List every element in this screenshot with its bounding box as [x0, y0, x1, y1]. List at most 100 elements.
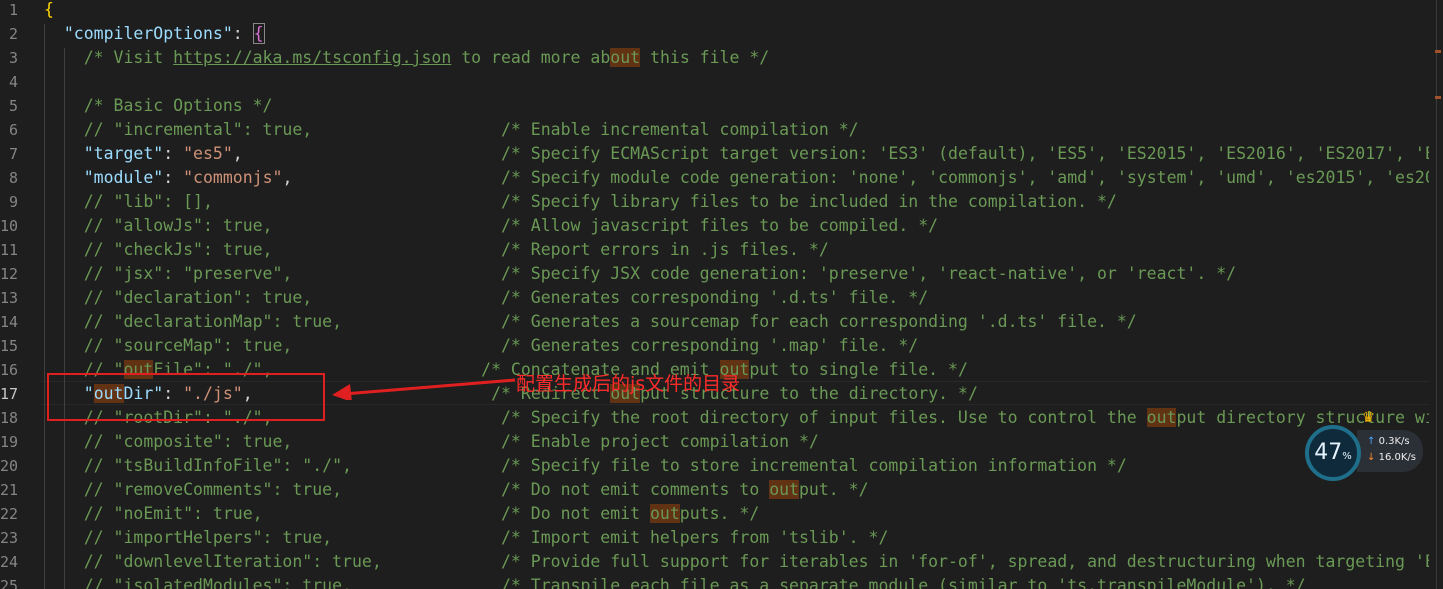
- line-code: // "lib": [], /* Specify library files t…: [44, 190, 1117, 214]
- line-number: 21: [0, 481, 19, 499]
- code-token: :: [232, 24, 253, 43]
- code-token: out: [649, 504, 680, 523]
- line-number: 17: [0, 385, 19, 403]
- code-line[interactable]: 1{: [0, 0, 1443, 22]
- code-token: put. */: [799, 480, 869, 499]
- code-editor[interactable]: 1{2 "compilerOptions": {3 /* Visit https…: [0, 0, 1443, 589]
- code-line[interactable]: 13 // "declaration": true, /* Generates …: [0, 286, 1443, 310]
- line-code: // "sourceMap": true, /* Generates corre…: [44, 334, 918, 358]
- line-number: 23: [0, 529, 19, 547]
- line-code: "compilerOptions": {: [44, 22, 265, 46]
- code-token: out: [769, 480, 799, 499]
- line-code: // "tsBuildInfoFile": "./", /* Specify f…: [44, 454, 1127, 478]
- code-token: "commonjs": [183, 168, 283, 187]
- annotation-arrow: [332, 378, 516, 400]
- code-line[interactable]: 3 /* Visit https://aka.ms/tsconfig.json …: [0, 46, 1443, 70]
- code-line[interactable]: 14 // "declarationMap": true, /* Generat…: [0, 310, 1443, 334]
- line-number: 10: [0, 217, 19, 235]
- code-line[interactable]: 19 // "composite": true, /* Enable proje…: [0, 430, 1443, 454]
- code-line[interactable]: 12 // "jsx": "preserve", /* Specify JSX …: [0, 262, 1443, 286]
- code-token: out: [1146, 408, 1177, 427]
- network-speed-widget[interactable]: ♛ ↑ 0.3K/s ↓ 16.0K/s 47%: [1305, 406, 1425, 482]
- download-speed: ↓ 16.0K/s: [1367, 452, 1416, 463]
- code-token: // "declaration": true, /* Generates cor…: [83, 288, 929, 307]
- code-token: :: [163, 144, 184, 163]
- code-line[interactable]: 22 // "noEmit": true, /* Do not emit out…: [0, 502, 1443, 526]
- line-number: 9: [8, 193, 18, 211]
- line-number: 16: [0, 361, 19, 379]
- code-token: out: [610, 48, 641, 67]
- code-token: "compilerOptions": [63, 24, 233, 43]
- code-line[interactable]: 11 // "checkJs": true, /* Report errors …: [0, 238, 1443, 262]
- line-number: 8: [8, 169, 18, 187]
- code-line[interactable]: 5 /* Basic Options */: [0, 94, 1443, 118]
- line-number: 11: [0, 241, 19, 259]
- line-number: 15: [0, 337, 19, 355]
- code-line[interactable]: 9 // "lib": [], /* Specify library files…: [0, 190, 1443, 214]
- code-token: // "jsx": "preserve", /* Specify JSX cod…: [83, 264, 1237, 283]
- code-line[interactable]: 8 "module": "commonjs", /* Specify modul…: [0, 166, 1443, 190]
- line-code: // "importHelpers": true, /* Import emit…: [44, 526, 889, 550]
- code-token: // "noEmit": true, /* Do not emit: [83, 504, 650, 523]
- code-token: https://aka.ms/tsconfig.json: [173, 48, 452, 67]
- line-code: // "downlevelIteration": true, /* Provid…: [44, 550, 1435, 574]
- code-token: {: [44, 0, 54, 19]
- line-number: 19: [0, 433, 19, 451]
- code-line[interactable]: 6 // "incremental": true, /* Enable incr…: [0, 118, 1443, 142]
- memory-percent-ring[interactable]: 47%: [1305, 425, 1361, 481]
- code-token: :: [163, 168, 184, 187]
- code-token: puts. */: [679, 504, 760, 523]
- code-token: // "declarationMap": true, /* Generates …: [83, 312, 1137, 331]
- vertical-scrollbar[interactable]: [1429, 0, 1443, 589]
- code-line[interactable]: 4: [0, 70, 1443, 94]
- speed-panel: ↑ 0.3K/s ↓ 16.0K/s: [1357, 430, 1423, 472]
- code-line[interactable]: 23 // "importHelpers": true, /* Import e…: [0, 526, 1443, 550]
- code-line[interactable]: 2 "compilerOptions": {: [0, 22, 1443, 46]
- code-token: "module": [83, 168, 164, 187]
- line-code: // "removeComments": true, /* Do not emi…: [44, 478, 869, 502]
- code-token: "es5": [183, 144, 233, 163]
- search-match-marker: [1435, 50, 1441, 53]
- line-code: // "allowJs": true, /* Allow javascript …: [44, 214, 938, 238]
- line-number: 14: [0, 313, 19, 331]
- line-code: // "declaration": true, /* Generates cor…: [44, 286, 928, 310]
- code-line[interactable]: 21 // "removeComments": true, /* Do not …: [0, 478, 1443, 502]
- line-number: 5: [8, 97, 18, 115]
- line-number: 13: [0, 289, 19, 307]
- line-code: /* Basic Options */: [44, 94, 273, 118]
- code-line[interactable]: 10 // "allowJs": true, /* Allow javascri…: [0, 214, 1443, 238]
- code-token: /* Specify ECMAScript target version: 'E…: [501, 144, 1435, 163]
- upload-speed: ↑ 0.3K/s: [1367, 436, 1410, 447]
- line-number: 1: [8, 1, 18, 19]
- code-line[interactable]: 7 "target": "es5", /* Specify ECMAScript…: [0, 142, 1443, 166]
- code-line[interactable]: 20 // "tsBuildInfoFile": "./", /* Specif…: [0, 454, 1443, 478]
- code-token: /* Specify module code generation: 'none…: [501, 168, 1435, 187]
- code-token: // "tsBuildInfoFile": "./", /* Specify f…: [83, 456, 1127, 475]
- line-number: 4: [8, 73, 18, 91]
- search-match-marker: [1435, 96, 1441, 99]
- line-code: "target": "es5", /* Specify ECMAScript t…: [44, 142, 1435, 166]
- line-code: // "incremental": true, /* Enable increm…: [44, 118, 859, 142]
- line-code: // "noEmit": true, /* Do not emit output…: [44, 502, 759, 526]
- code-token: // "sourceMap": true, /* Generates corre…: [83, 336, 919, 355]
- code-line[interactable]: 24 // "downlevelIteration": true, /* Pro…: [0, 550, 1443, 574]
- line-number: 25: [0, 577, 19, 589]
- code-line[interactable]: 15 // "sourceMap": true, /* Generates co…: [0, 334, 1443, 358]
- code-line[interactable]: 25 // "isolatedModules": true, /* Transp…: [0, 574, 1443, 589]
- code-token: // "isolatedModules": true, /* Transpile…: [83, 576, 1306, 589]
- code-token: ,: [282, 168, 293, 187]
- line-number: 2: [8, 25, 18, 43]
- line-number: 7: [8, 145, 18, 163]
